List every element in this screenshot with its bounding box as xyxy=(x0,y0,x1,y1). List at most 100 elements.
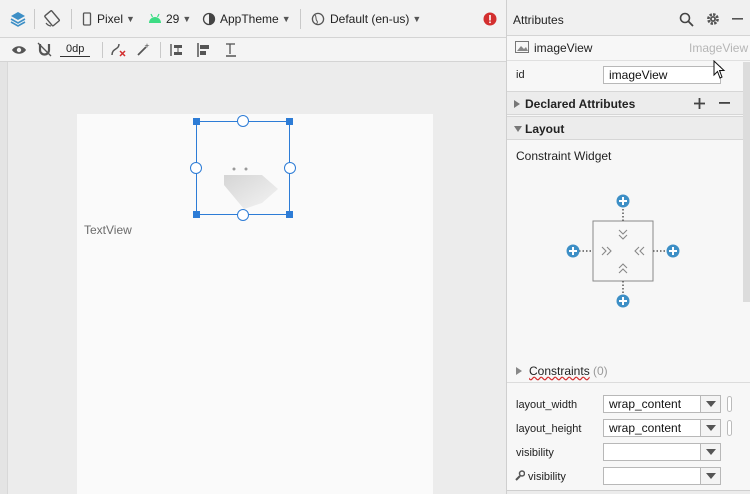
image-icon xyxy=(515,41,529,53)
layout-label: Layout xyxy=(525,122,565,136)
toolbar-separator xyxy=(34,9,35,29)
locale-selector[interactable]: Default (en-us) ▼ xyxy=(311,0,421,37)
tools-visibility-dropdown[interactable] xyxy=(603,467,721,485)
layout-height-dropdown[interactable]: wrap_content xyxy=(603,419,721,437)
constraint-widget[interactable] xyxy=(562,190,682,310)
layout-height-reference-button[interactable] xyxy=(727,420,732,436)
layers-icon xyxy=(10,11,26,27)
constraint-widget-label: Constraint Widget xyxy=(516,149,612,163)
mouse-cursor-icon xyxy=(713,60,726,79)
attributes-header: Attributes xyxy=(507,0,750,36)
add-icon[interactable] xyxy=(694,98,705,109)
layers-button[interactable] xyxy=(9,0,27,37)
palette-strip xyxy=(0,62,8,494)
component-name: imageView xyxy=(534,41,593,55)
default-margin-button[interactable]: 0dp xyxy=(60,38,91,61)
add-left-constraint-icon[interactable] xyxy=(566,244,580,258)
rotate-icon xyxy=(44,9,60,27)
layout-width-value: wrap_content xyxy=(609,397,682,411)
component-row: imageView ImageView xyxy=(507,36,750,61)
align-button[interactable] xyxy=(196,38,212,61)
selected-imageview[interactable] xyxy=(190,115,296,221)
magic-wand-icon xyxy=(137,43,150,56)
eye-icon xyxy=(12,45,26,54)
guideline-icon xyxy=(226,42,236,57)
clear-constraints-icon xyxy=(111,43,126,57)
guidelines-button[interactable] xyxy=(223,38,239,61)
wrench-icon xyxy=(515,470,525,481)
pack-icon xyxy=(170,43,182,56)
id-label: id xyxy=(516,69,525,81)
device-label: Pixel xyxy=(97,11,124,26)
remove-icon[interactable] xyxy=(719,102,730,105)
chevron-down-icon: ▼ xyxy=(281,13,291,24)
resize-handle-top-right[interactable] xyxy=(286,118,293,125)
chevron-down-icon[interactable] xyxy=(700,396,720,412)
component-type: ImageView xyxy=(689,41,749,55)
visibility-label: visibility xyxy=(516,447,554,459)
visibility-dropdown[interactable] xyxy=(603,443,721,461)
gear-icon[interactable] xyxy=(706,12,720,26)
declared-attributes-section[interactable]: Declared Attributes xyxy=(507,91,750,115)
layout-width-reference-button[interactable] xyxy=(727,396,732,412)
constraint-toolbar: 0dp xyxy=(0,38,506,62)
theme-selector[interactable]: AppTheme ▼ xyxy=(202,0,291,37)
infer-constraints-button[interactable] xyxy=(136,38,151,61)
resize-handle-bottom-right[interactable] xyxy=(286,211,293,218)
align-left-icon xyxy=(197,42,209,57)
locale-label: Default (en-us) xyxy=(330,11,410,26)
attributes-scrollbar[interactable] xyxy=(743,62,750,302)
add-top-constraint-icon[interactable] xyxy=(616,194,630,208)
android-icon xyxy=(149,13,161,23)
api-level-selector[interactable]: 29 ▼ xyxy=(148,0,191,37)
chevron-down-icon[interactable] xyxy=(700,444,720,460)
search-icon[interactable] xyxy=(679,12,694,27)
error-indicator[interactable] xyxy=(483,0,497,37)
device-selector[interactable]: Pixel ▼ xyxy=(82,0,135,37)
layout-height-value: wrap_content xyxy=(609,421,682,435)
chevron-down-icon xyxy=(514,126,522,132)
add-bottom-constraint-icon[interactable] xyxy=(616,294,630,308)
resize-handle-top-left[interactable] xyxy=(193,118,200,125)
declared-attributes-label: Declared Attributes xyxy=(525,97,636,111)
toolbar-separator xyxy=(102,42,103,58)
constraints-label: Constraints xyxy=(529,364,590,378)
constraint-anchor-right[interactable] xyxy=(284,162,296,174)
image-placeholder-icon xyxy=(224,167,278,209)
minimize-icon[interactable] xyxy=(732,18,743,21)
phone-icon xyxy=(82,11,92,26)
theme-label: AppTheme xyxy=(220,11,279,26)
error-icon xyxy=(483,12,497,25)
chevron-down-icon: ▼ xyxy=(182,13,192,24)
orientation-button[interactable] xyxy=(43,0,61,37)
magnet-icon xyxy=(37,42,52,57)
resize-handle-bottom-left[interactable] xyxy=(193,211,200,218)
constraint-anchor-top[interactable] xyxy=(237,115,249,127)
tools-visibility-label: visibility xyxy=(528,471,566,483)
chevron-right-icon xyxy=(516,367,522,375)
layout-width-dropdown[interactable]: wrap_content xyxy=(603,395,721,413)
textview-widget[interactable]: TextView xyxy=(84,223,132,237)
autoconnect-toggle[interactable] xyxy=(37,38,52,61)
chevron-right-icon xyxy=(514,100,520,108)
theme-icon xyxy=(202,12,216,25)
globe-icon xyxy=(311,12,325,25)
panel-bottom-edge xyxy=(507,490,750,494)
add-right-constraint-icon[interactable] xyxy=(666,244,680,258)
chevron-down-icon: ▼ xyxy=(126,13,135,24)
toolbar-separator xyxy=(160,42,161,58)
constraint-anchor-left[interactable] xyxy=(190,162,202,174)
id-input[interactable]: imageView xyxy=(603,66,721,84)
attributes-panel: Attributes imageView ImageView id imageV… xyxy=(506,0,750,494)
design-surface: Pixel ▼ 29 ▼ AppTheme ▼ Default (en-us) … xyxy=(0,0,506,494)
chevron-down-icon[interactable] xyxy=(700,468,720,484)
pack-button[interactable] xyxy=(169,38,185,61)
chevron-down-icon[interactable] xyxy=(700,420,720,436)
constraints-row[interactable]: Constraints (0) xyxy=(507,361,750,383)
view-options-button[interactable] xyxy=(11,38,27,61)
layout-section[interactable]: Layout xyxy=(507,116,750,140)
layout-height-label: layout_height xyxy=(516,423,582,435)
design-toolbar: Pixel ▼ 29 ▼ AppTheme ▼ Default (en-us) … xyxy=(0,0,506,38)
toolbar-separator xyxy=(71,9,72,29)
clear-constraints-button[interactable] xyxy=(110,38,126,61)
